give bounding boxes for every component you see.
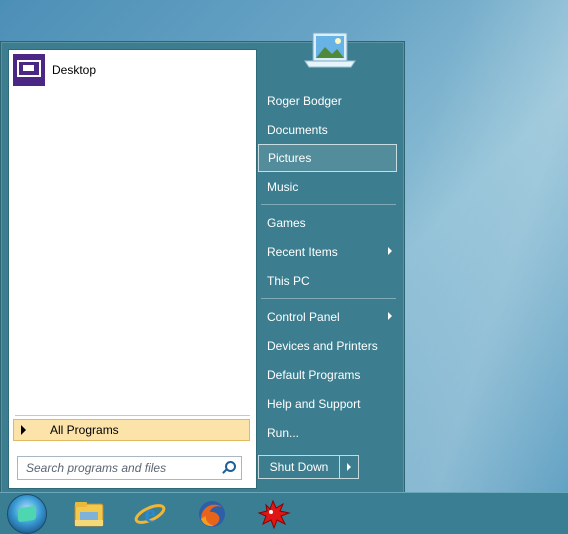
right-item-label: Control Panel — [267, 309, 340, 324]
shutdown-group: Shut Down — [258, 455, 359, 479]
right-item-this-pc[interactable]: This PC — [258, 267, 397, 294]
right-item-default-programs[interactable]: Default Programs — [258, 361, 397, 388]
submenu-arrow-icon — [388, 312, 392, 320]
right-item-label: Default Programs — [267, 367, 361, 382]
taskbar: e — [0, 492, 568, 534]
right-item-recent-items[interactable]: Recent Items — [258, 238, 397, 265]
right-item-label: Games — [267, 215, 306, 230]
internet-explorer-icon[interactable]: e — [132, 496, 168, 532]
right-item-documents[interactable]: Documents — [258, 116, 397, 143]
all-programs-label: All Programs — [50, 423, 119, 437]
right-item-label: Pictures — [268, 151, 312, 165]
firefox-icon[interactable] — [194, 496, 230, 532]
search-input[interactable] — [24, 457, 218, 479]
right-item-control-panel[interactable]: Control Panel — [258, 303, 397, 330]
right-item-label: Recent Items — [267, 244, 338, 259]
right-item-label: Run... — [267, 425, 300, 440]
start-menu-left-pane: Desktop All Programs — [8, 49, 257, 489]
right-item-label: Roger Bodger — [267, 93, 342, 108]
right-item-devices-printers[interactable]: Devices and Printers — [258, 332, 397, 359]
right-item-pictures[interactable]: Pictures — [258, 144, 397, 172]
submenu-arrow-icon — [388, 247, 392, 255]
right-item-games[interactable]: Games — [258, 209, 397, 236]
search-icon[interactable] — [218, 458, 238, 478]
start-orb-icon[interactable] — [7, 494, 47, 534]
right-pane-divider — [261, 204, 396, 205]
right-item-music[interactable]: Music — [258, 173, 397, 200]
right-item-help-support[interactable]: Help and Support — [258, 390, 397, 417]
triangle-right-icon — [21, 425, 26, 435]
desktop-icon — [13, 54, 45, 86]
pinned-item-desktop[interactable]: Desktop — [13, 54, 252, 86]
right-item-run[interactable]: Run... — [258, 419, 397, 446]
left-pane-divider — [15, 415, 250, 416]
start-menu: Desktop All Programs Roger Bodger Docume… — [0, 32, 405, 494]
svg-text:e: e — [144, 499, 156, 528]
shutdown-button[interactable]: Shut Down — [259, 456, 340, 478]
right-item-label: Devices and Printers — [267, 338, 378, 353]
right-item-label: Music — [267, 179, 299, 194]
right-item-label: Help and Support — [267, 396, 361, 411]
start-menu-right-pane: Roger Bodger Documents Pictures Music Ga… — [257, 32, 404, 493]
all-programs-button[interactable]: All Programs — [13, 419, 250, 441]
pinned-item-label: Desktop — [52, 63, 97, 77]
red-splat-app-icon[interactable] — [256, 496, 292, 532]
user-picture-icon[interactable] — [301, 27, 359, 77]
right-pane-divider — [261, 298, 396, 299]
right-item-user[interactable]: Roger Bodger — [258, 87, 397, 114]
file-explorer-icon[interactable] — [71, 496, 107, 532]
right-item-label: This PC — [267, 273, 310, 288]
right-item-label: Documents — [267, 122, 328, 137]
search-box — [17, 456, 242, 480]
shutdown-options-arrow-icon[interactable] — [340, 456, 358, 478]
